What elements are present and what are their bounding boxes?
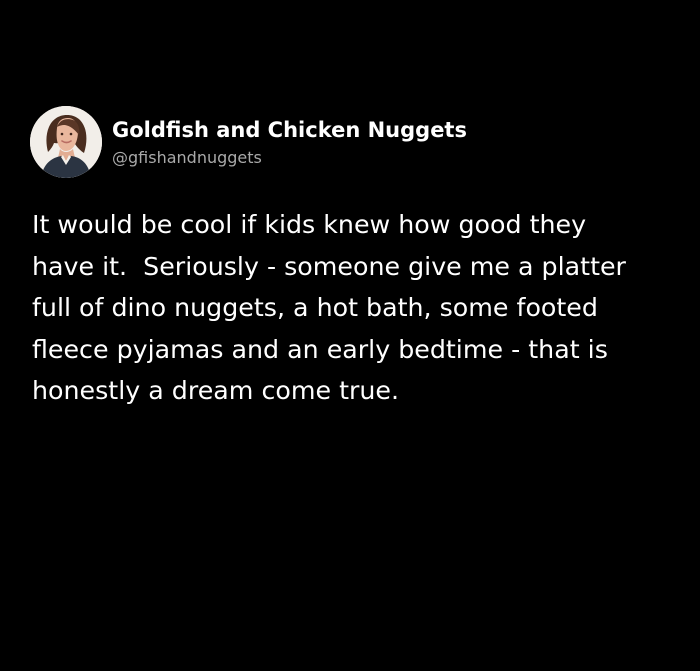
tweet-text-line: It would be cool if kids knew how good t…: [32, 210, 587, 239]
profile-photo-icon: [30, 106, 102, 178]
tweet-text-line: honestly a dream come true.: [32, 376, 400, 405]
avatar[interactable]: [30, 106, 102, 178]
display-name[interactable]: Goldfish and Chicken Nuggets: [112, 117, 467, 143]
author-meta: Goldfish and Chicken Nuggets @gfishandnu…: [112, 115, 467, 169]
tweet-text-line: full of dino nuggets, a hot bath, some f…: [32, 293, 598, 322]
author-header: Goldfish and Chicken Nuggets @gfishandnu…: [30, 106, 467, 178]
tweet-text-line: have it. Seriously - someone give me a p…: [32, 251, 626, 281]
tweet-text: It would be cool if kids knew how good t…: [32, 204, 672, 412]
tweet-card: Goldfish and Chicken Nuggets @gfishandnu…: [0, 0, 700, 671]
username-handle[interactable]: @gfishandnuggets: [112, 147, 467, 169]
tweet-text-line: fleece pyjamas and an early bedtime - th…: [32, 334, 608, 364]
